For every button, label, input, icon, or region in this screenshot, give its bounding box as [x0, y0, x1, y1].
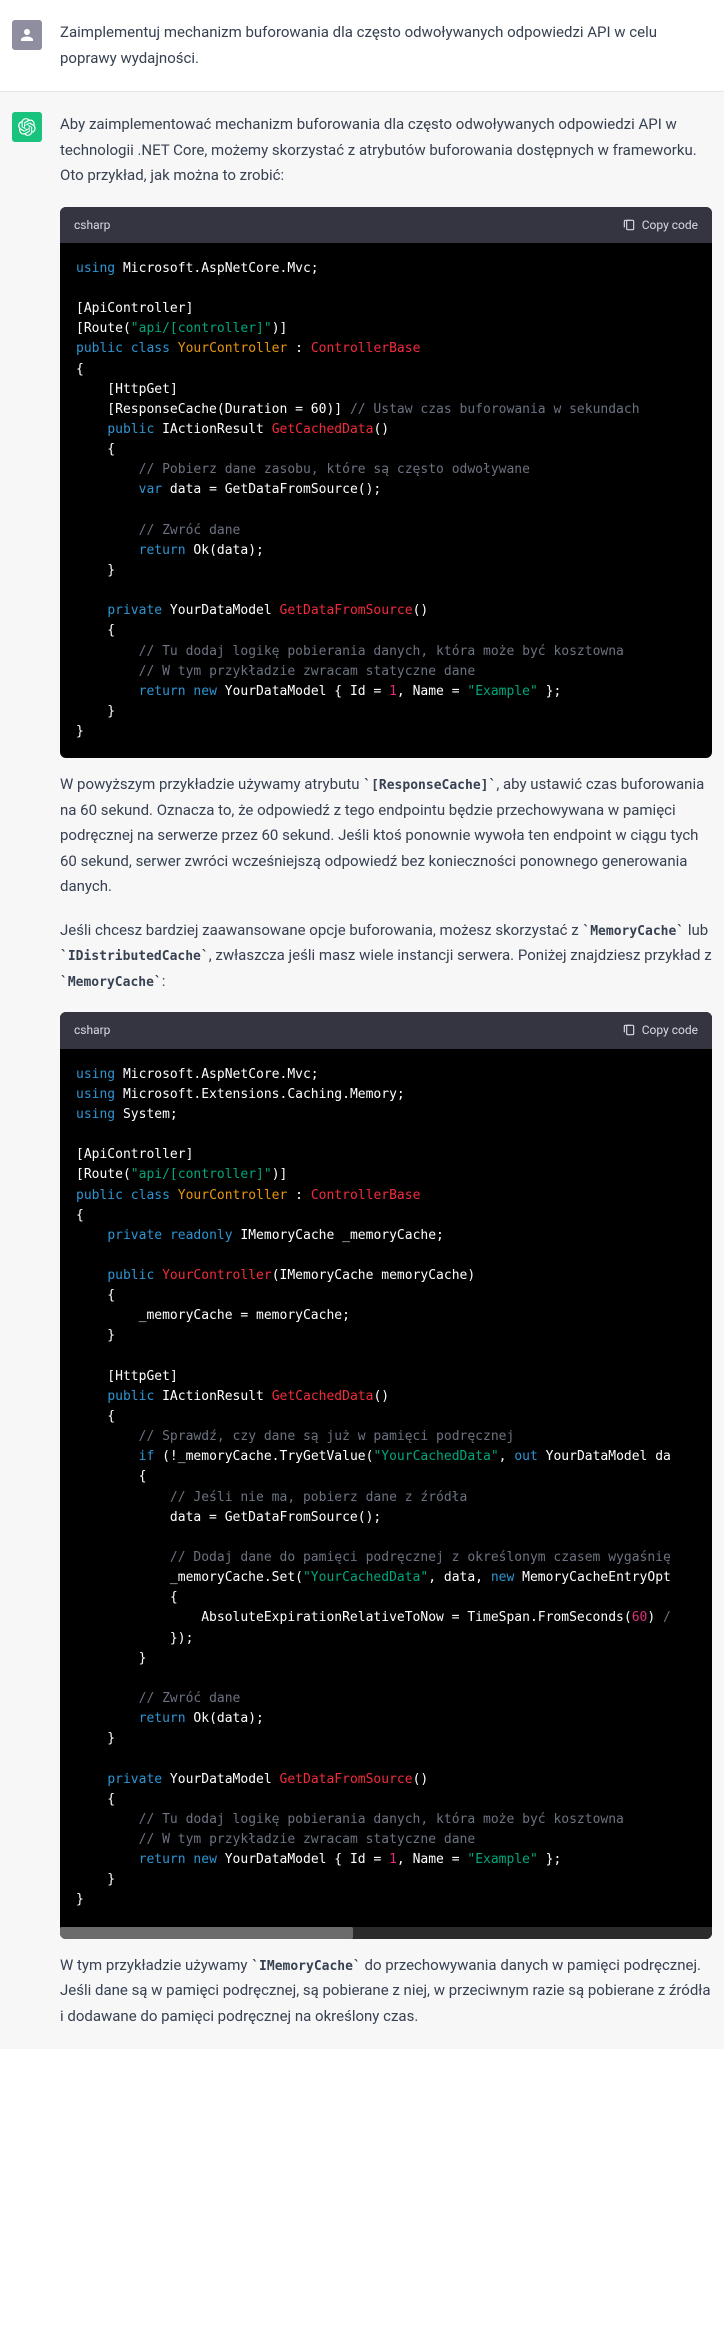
user-content: Zaimplementuj mechanizm buforowania dla …	[60, 20, 712, 71]
code-lang-label: csharp	[74, 1020, 110, 1040]
code-lang-label: csharp	[74, 215, 110, 235]
horizontal-scrollbar[interactable]	[60, 1927, 712, 1939]
assistant-message: Aby zaimplementować mechanizm buforowani…	[0, 92, 724, 2049]
copy-label: Copy code	[642, 1020, 698, 1040]
code-header: csharp Copy code	[60, 207, 712, 243]
assistant-content: Aby zaimplementować mechanizm buforowani…	[60, 112, 712, 2029]
intro-paragraph: Aby zaimplementować mechanizm buforowani…	[60, 112, 712, 189]
code-block-2: csharp Copy code using Microsoft.AspNetC…	[60, 1012, 712, 1938]
clipboard-icon	[622, 1023, 636, 1037]
scrollbar-thumb[interactable]	[60, 1927, 353, 1939]
person-icon	[18, 26, 36, 44]
code-body[interactable]: using Microsoft.AspNetCore.Mvc; using Mi…	[60, 1049, 712, 1927]
paragraph-4: W tym przykładzie używamy `IMemoryCache`…	[60, 1953, 712, 2030]
inline-code: `IMemoryCache`	[251, 1959, 361, 1974]
code-header: csharp Copy code	[60, 1012, 712, 1048]
inline-code: `IDistributedCache`	[60, 949, 209, 964]
copy-code-button[interactable]: Copy code	[622, 215, 698, 235]
paragraph-2: W powyższym przykładzie używamy atrybutu…	[60, 772, 712, 900]
paragraph-3: Jeśli chcesz bardziej zaawansowane opcje…	[60, 918, 712, 995]
assistant-avatar	[12, 112, 42, 142]
openai-icon	[18, 118, 36, 136]
user-message: Zaimplementuj mechanizm buforowania dla …	[0, 0, 724, 92]
inline-code: `MemoryCache`	[582, 924, 684, 939]
clipboard-icon	[622, 218, 636, 232]
copy-label: Copy code	[642, 215, 698, 235]
inline-code: `[ResponseCache]`	[363, 778, 496, 793]
user-avatar	[12, 20, 42, 50]
code-block-1: csharp Copy code using Microsoft.AspNetC…	[60, 207, 712, 759]
inline-code: `MemoryCache`	[60, 975, 162, 990]
code-body[interactable]: using Microsoft.AspNetCore.Mvc; [ApiCont…	[60, 243, 712, 758]
copy-code-button[interactable]: Copy code	[622, 1020, 698, 1040]
user-text: Zaimplementuj mechanizm buforowania dla …	[60, 20, 712, 71]
